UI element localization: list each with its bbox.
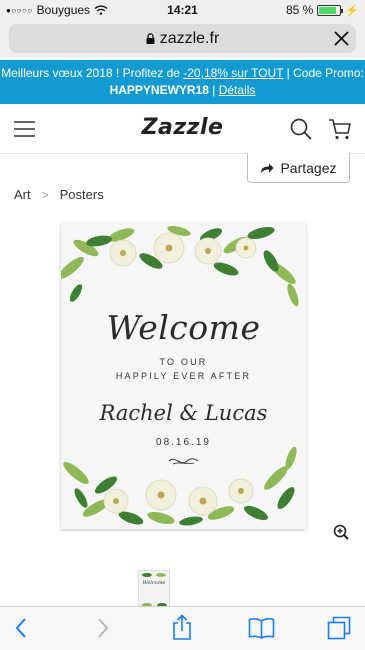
- poster-subtitle-line2: HAPPILY EVER AFTER: [115, 371, 252, 381]
- battery-level: [319, 6, 337, 14]
- bookmarks-icon[interactable]: [248, 617, 275, 639]
- share-sheet-icon[interactable]: [171, 614, 193, 640]
- product-thumbnail[interactable]: Welcome: [138, 570, 170, 608]
- poster-subtitle-line1: TO OUR: [159, 357, 208, 367]
- share-label: Partagez: [280, 159, 337, 176]
- address-bar[interactable]: zazzle.fr: [9, 24, 356, 53]
- battery-icon: [317, 4, 344, 16]
- browser-toolbar: [0, 606, 365, 650]
- breadcrumb-item-posters[interactable]: Posters: [60, 187, 104, 202]
- site-header: Zazzle: [0, 104, 365, 154]
- browser-address-area: zazzle.fr: [0, 20, 365, 58]
- breadcrumb-chevron-icon: >: [41, 187, 49, 202]
- shopping-cart-icon[interactable]: [328, 118, 352, 140]
- close-icon[interactable]: [333, 30, 350, 47]
- promo-discount-link[interactable]: -20,18% sur TOUT: [183, 66, 283, 80]
- url-text: zazzle.fr: [159, 30, 220, 47]
- tabs-icon[interactable]: [327, 616, 351, 640]
- battery-percent: 85 %: [285, 3, 314, 17]
- search-icon[interactable]: [290, 118, 312, 140]
- poster-date: 08.16.19: [156, 437, 211, 448]
- promo-code: HAPPYNEWYR18: [109, 83, 209, 97]
- promo-banner: Meilleurs vœux 2018 ! Profitez de -20,18…: [0, 60, 365, 104]
- share-arrow-icon: [261, 163, 274, 173]
- promo-text-middle: | Code Promo:: [283, 66, 364, 80]
- breadcrumb: Art > Posters: [14, 187, 104, 202]
- breadcrumb-item-art[interactable]: Art: [14, 187, 31, 202]
- thumbnail-text: Welcome: [142, 580, 166, 586]
- charging-icon: ⚡: [345, 4, 359, 17]
- lock-icon: [146, 33, 155, 44]
- poster-title: Welcome: [106, 308, 261, 347]
- battery-group: 85 % ⚡: [286, 3, 359, 17]
- product-image[interactable]: Welcome TO OUR HAPPILY EVER AFTER Rachel…: [61, 223, 306, 529]
- ios-status-bar: ●○○○○ Bouygues 14:21 85 % ⚡: [0, 0, 365, 20]
- thumbnail-floral-art: [142, 572, 167, 607]
- forward-arrow-icon[interactable]: [96, 617, 110, 639]
- zoom-in-icon[interactable]: [333, 524, 349, 540]
- promo-separator: |: [208, 83, 219, 97]
- address-text-wrap[interactable]: zazzle.fr: [9, 30, 356, 48]
- back-arrow-icon[interactable]: [14, 617, 28, 639]
- poster-names: Rachel & Lucas: [99, 401, 268, 425]
- promo-text-start: Meilleurs vœux 2018 ! Profitez de: [1, 66, 184, 80]
- share-button[interactable]: Partagez: [247, 153, 350, 183]
- promo-details-link[interactable]: Détails: [219, 83, 256, 97]
